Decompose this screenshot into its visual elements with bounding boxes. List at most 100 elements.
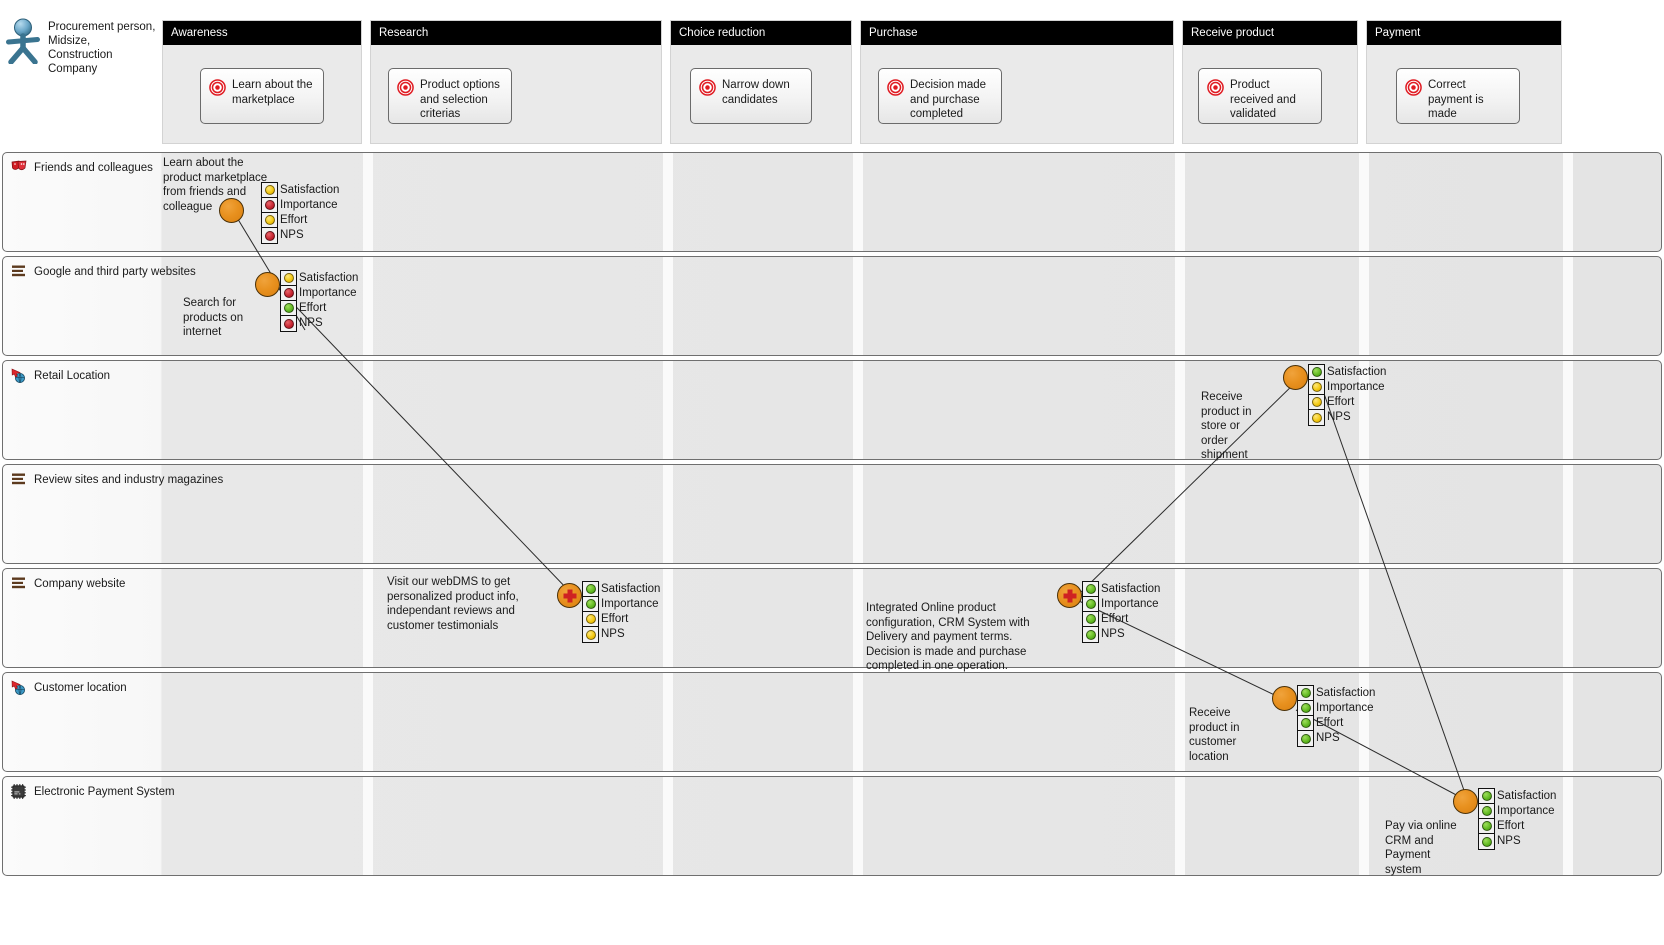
metric-label: Effort bbox=[1497, 820, 1525, 832]
metric-row[interactable]: Satisfaction bbox=[583, 582, 660, 597]
metric-row[interactable]: Effort bbox=[281, 301, 326, 316]
metric-row[interactable]: Importance bbox=[1298, 701, 1374, 716]
metric-row[interactable]: NPS bbox=[262, 228, 304, 243]
phase-goal-choice_reduction[interactable]: Narrow down candidates bbox=[690, 68, 812, 124]
touchpoint-metrics-tp5[interactable]: Satisfaction Importance Effort NPS bbox=[1308, 364, 1386, 426]
metric-row[interactable]: Importance bbox=[1083, 597, 1159, 612]
metric-row[interactable]: Satisfaction bbox=[281, 271, 358, 286]
lane-column-divider bbox=[363, 465, 373, 563]
metric-bulb-icon bbox=[1085, 614, 1096, 624]
touchpoint-metrics-tp7[interactable]: Satisfaction Importance Effort NPS bbox=[1478, 788, 1556, 850]
metric-swatch-importance bbox=[281, 286, 296, 301]
metric-row[interactable]: NPS bbox=[1479, 834, 1521, 849]
metric-row[interactable]: NPS bbox=[1298, 731, 1340, 746]
swimlane-google[interactable]: Google and third party websites bbox=[2, 256, 1662, 356]
touchpoint-metrics-tp4[interactable]: Satisfaction Importance Effort NPS bbox=[1082, 581, 1160, 643]
lane-column-divider bbox=[1175, 257, 1185, 355]
metric-label: Satisfaction bbox=[1316, 687, 1376, 699]
target-icon bbox=[1207, 79, 1224, 96]
metric-label: Importance bbox=[1101, 598, 1159, 610]
metric-bulb-icon bbox=[1085, 629, 1096, 640]
metric-bulb-icon bbox=[585, 599, 596, 609]
swimlane-retail[interactable]: Retail Location bbox=[2, 360, 1662, 460]
metric-row[interactable]: NPS bbox=[583, 627, 625, 642]
metric-label: Effort bbox=[601, 613, 629, 625]
metric-swatch-satisfaction bbox=[262, 183, 277, 198]
touchpoint-node-tp2[interactable] bbox=[255, 272, 280, 297]
metric-row[interactable]: Importance bbox=[583, 597, 659, 612]
touchpoint-metrics-tp3[interactable]: Satisfaction Importance Effort NPS bbox=[582, 581, 660, 643]
swimlane-header-retail: Retail Location bbox=[11, 368, 110, 383]
metric-bulb-icon bbox=[283, 303, 294, 313]
metric-swatch-importance bbox=[262, 198, 277, 213]
metric-row[interactable]: NPS bbox=[1083, 627, 1125, 642]
theatre-masks-icon bbox=[11, 160, 27, 171]
phase-title-choice_reduction: Choice reduction bbox=[671, 21, 851, 45]
touchpoint-note-tp6: Receive product in customer location bbox=[1189, 707, 1240, 763]
metric-bulb-icon bbox=[585, 584, 596, 594]
metric-label: Satisfaction bbox=[299, 272, 359, 284]
metric-swatch-nps bbox=[281, 316, 296, 331]
touchpoint-metrics-tp2[interactable]: Satisfaction Importance Effort NPS bbox=[280, 270, 358, 332]
metric-label: NPS bbox=[299, 317, 323, 329]
swimlane-label-google: Google and third party websites bbox=[34, 266, 196, 278]
phase-goal-research[interactable]: Product options and selection criterias bbox=[388, 68, 512, 124]
swimlane-label-customer: Customer location bbox=[34, 682, 127, 694]
metric-row[interactable]: Satisfaction bbox=[1479, 789, 1556, 804]
phase-title-payment: Payment bbox=[1367, 21, 1561, 45]
metric-row[interactable]: Satisfaction bbox=[262, 183, 339, 198]
microchip-icon bbox=[11, 784, 26, 799]
metric-row[interactable]: Effort bbox=[1083, 612, 1128, 627]
metric-row[interactable]: Effort bbox=[1298, 716, 1343, 731]
swimlane-review[interactable]: Review sites and industry magazines bbox=[2, 464, 1662, 564]
swimlane-label-review: Review sites and industry magazines bbox=[34, 474, 224, 486]
metric-swatch-effort bbox=[1479, 819, 1494, 834]
target-icon bbox=[699, 79, 716, 96]
touchpoint-metrics-tp1[interactable]: Satisfaction Importance Effort NPS bbox=[261, 182, 339, 244]
phase-goal-awareness[interactable]: Learn about the marketplace bbox=[200, 68, 324, 124]
metric-row[interactable]: Satisfaction bbox=[1298, 686, 1375, 701]
lane-column-divider bbox=[1563, 569, 1573, 667]
metric-swatch-nps bbox=[262, 228, 277, 243]
metric-bulb-icon bbox=[1481, 821, 1492, 831]
metric-row[interactable]: Satisfaction bbox=[1309, 365, 1386, 380]
metric-row[interactable]: NPS bbox=[1309, 410, 1351, 425]
persona: Procurement person, Midsize, Constructio… bbox=[6, 18, 156, 76]
touchpoint-node-tp6[interactable] bbox=[1272, 686, 1297, 711]
metric-row[interactable]: Importance bbox=[262, 198, 338, 213]
swimlane-customer[interactable]: Customer location bbox=[2, 672, 1662, 772]
touchpoint-node-tp3[interactable] bbox=[557, 583, 582, 608]
metric-row[interactable]: Effort bbox=[262, 213, 307, 228]
lane-column-divider bbox=[1175, 153, 1185, 251]
metric-row[interactable]: Satisfaction bbox=[1083, 582, 1160, 597]
web-page-icon bbox=[12, 577, 25, 589]
swimlane-header-company: Company website bbox=[11, 576, 125, 590]
lane-column-divider bbox=[663, 777, 673, 875]
touchpoint-node-tp1[interactable] bbox=[219, 198, 244, 223]
metric-row[interactable]: Effort bbox=[583, 612, 628, 627]
lane-column-divider bbox=[363, 257, 373, 355]
swimlane-label-retail: Retail Location bbox=[34, 370, 111, 382]
lane-column-divider bbox=[1175, 673, 1185, 771]
metric-bulb-icon bbox=[1481, 806, 1492, 816]
touchpoint-node-tp4[interactable] bbox=[1057, 583, 1082, 608]
phase-goal-receive_product[interactable]: Product received and validated bbox=[1198, 68, 1322, 124]
metric-row[interactable]: Importance bbox=[281, 286, 357, 301]
metric-row[interactable]: Effort bbox=[1479, 819, 1524, 834]
metric-swatch-effort bbox=[281, 301, 296, 316]
touchpoint-node-tp7[interactable] bbox=[1453, 789, 1478, 814]
metric-row[interactable]: NPS bbox=[281, 316, 323, 331]
metric-row[interactable]: Importance bbox=[1479, 804, 1555, 819]
lane-column-divider bbox=[1175, 465, 1185, 563]
metric-label: Importance bbox=[1497, 805, 1555, 817]
swimlane-header-friends: Friends and colleagues bbox=[11, 160, 153, 174]
touchpoint-node-tp5[interactable] bbox=[1283, 365, 1308, 390]
touchpoint-metrics-tp6[interactable]: Satisfaction Importance Effort NPS bbox=[1297, 685, 1375, 747]
swimlane-company[interactable]: Company website bbox=[2, 568, 1662, 668]
metric-swatch-importance bbox=[583, 597, 598, 612]
phase-goal-purchase[interactable]: Decision made and purchase completed bbox=[878, 68, 1002, 124]
metric-row[interactable]: Importance bbox=[1309, 380, 1385, 395]
metric-swatch-satisfaction bbox=[1298, 686, 1313, 701]
metric-row[interactable]: Effort bbox=[1309, 395, 1354, 410]
phase-goal-payment[interactable]: Correct payment is made bbox=[1396, 68, 1520, 124]
